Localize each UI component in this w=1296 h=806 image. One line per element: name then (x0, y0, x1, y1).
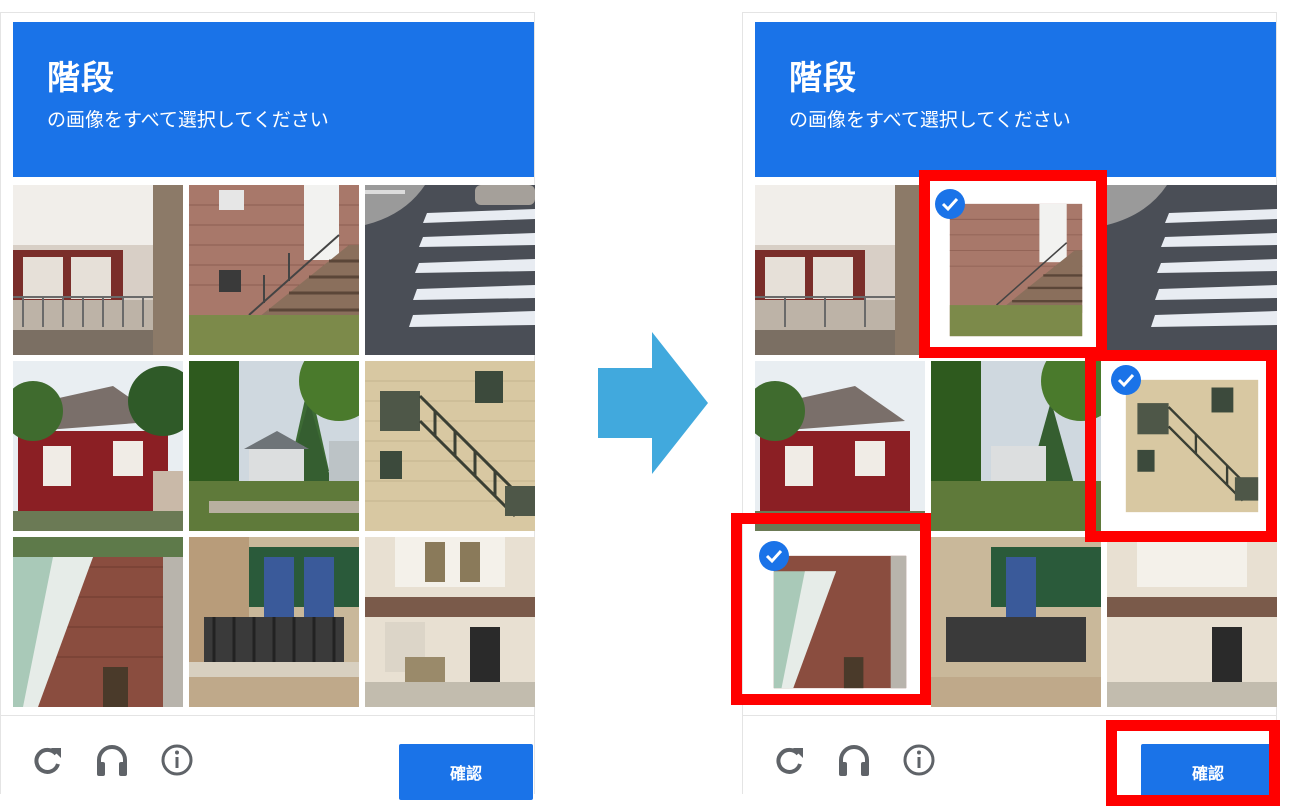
tile-7[interactable] (13, 537, 183, 707)
captcha-header: 階段 の画像をすべて選択してください (13, 22, 534, 177)
headphones-icon[interactable] (836, 742, 872, 778)
tile-8[interactable] (189, 537, 359, 707)
crosswalk-image (365, 185, 535, 355)
outdoor-staircase-image (365, 361, 535, 531)
tile-3[interactable] (365, 185, 535, 355)
storefront-image (1107, 537, 1277, 707)
house-balcony-image (755, 185, 925, 355)
trees-house-image (189, 361, 359, 531)
tile-3[interactable] (1107, 185, 1277, 355)
highlight-box (1106, 720, 1280, 806)
captcha-title: 階段 (789, 58, 857, 97)
tile-9[interactable] (365, 537, 535, 707)
tile-9[interactable] (1107, 537, 1277, 707)
brick-stairs-image (189, 185, 359, 355)
tile-2[interactable] (189, 185, 359, 355)
highlight-box (731, 513, 931, 705)
tile-5[interactable] (931, 361, 1101, 531)
balcony-building-image (931, 537, 1101, 707)
red-house-image (13, 361, 183, 531)
tile-5[interactable] (189, 361, 359, 531)
tile-4[interactable] (13, 361, 183, 531)
captcha-subtitle: の画像をすべて選択してください (789, 109, 1071, 131)
red-house-image (755, 361, 925, 531)
balcony-building-image (189, 537, 359, 707)
tile-6[interactable] (365, 361, 535, 531)
info-icon[interactable] (901, 742, 937, 778)
highlight-box (1085, 350, 1277, 542)
highlight-box (919, 170, 1107, 358)
captcha-header: 階段 の画像をすべて選択してください (755, 22, 1276, 177)
trees-house-image (931, 361, 1101, 531)
confirm-button[interactable]: 確認 (399, 744, 533, 800)
crosswalk-image (1107, 185, 1277, 355)
reload-icon[interactable] (771, 742, 807, 778)
captcha-footer: 確認 (743, 715, 1280, 806)
captcha-before: 階段 の画像をすべて選択してください 確認 (0, 12, 535, 800)
captcha-after: 階段 の画像をすべて選択してください 確認 (731, 12, 1280, 806)
storefront-image (365, 537, 535, 707)
headphones-icon[interactable] (94, 742, 130, 778)
transition-arrow-icon (598, 332, 708, 474)
tile-1[interactable] (13, 185, 183, 355)
info-icon[interactable] (159, 742, 195, 778)
house-balcony-image (13, 185, 183, 355)
captcha-title: 階段 (47, 58, 115, 97)
tile-8[interactable] (931, 537, 1101, 707)
captcha-subtitle: の画像をすべて選択してください (47, 109, 329, 131)
tile-4[interactable] (755, 361, 925, 531)
captcha-footer: 確認 (1, 715, 534, 800)
image-grid (13, 185, 535, 707)
tile-1[interactable] (755, 185, 925, 355)
reload-icon[interactable] (29, 742, 65, 778)
brick-wall-stairs-image (13, 537, 183, 707)
